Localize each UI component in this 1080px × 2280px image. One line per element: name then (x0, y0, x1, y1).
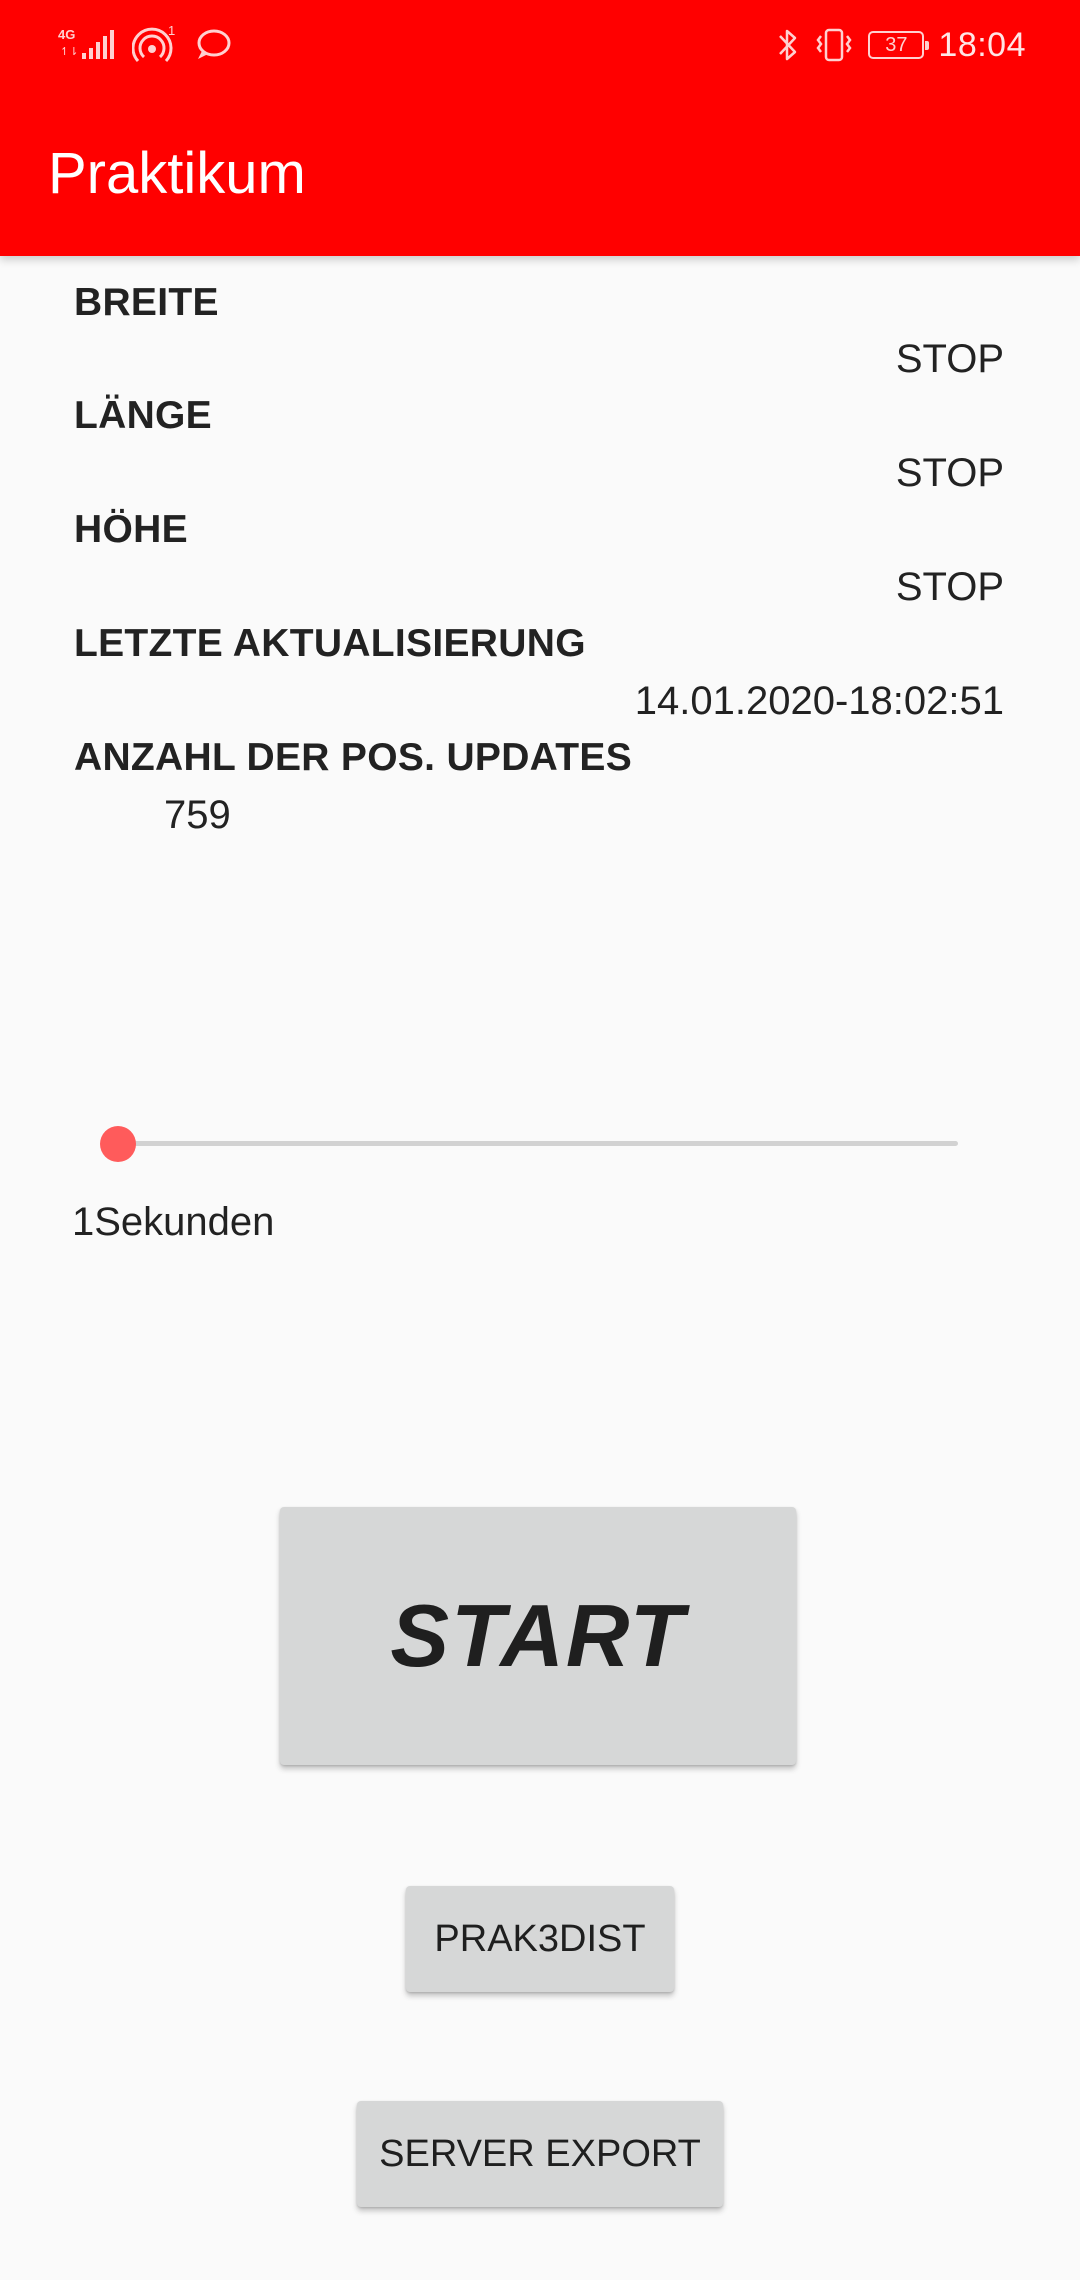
laenge-label: LÄNGE (74, 394, 212, 437)
interval-label: 1Sekunden (72, 1200, 275, 1244)
bluetooth-icon (776, 26, 800, 64)
battery-level: 37 (885, 33, 908, 56)
vibrate-icon (814, 26, 854, 64)
status-left-icons: 4G ↿⇂ 1 (58, 18, 232, 72)
battery-icon: 37 (868, 31, 930, 59)
breite-label: BREITE (74, 281, 219, 324)
update-count-label: ANZAHL DER POS. UPDATES (74, 736, 633, 779)
breite-value: STOP (895, 337, 1004, 381)
slider-thumb[interactable] (100, 1126, 136, 1162)
start-button[interactable]: START (280, 1507, 796, 1765)
signal-icon: 4G ↿⇂ (58, 25, 118, 65)
hoehe-label: HÖHE (74, 508, 188, 551)
last-update-value: 14.01.2020-18:02:51 (634, 679, 1004, 723)
laenge-value: STOP (895, 451, 1004, 495)
hotspot-icon: 1 (132, 23, 180, 67)
chat-bubble-icon (194, 27, 232, 63)
hoehe-value: STOP (895, 565, 1004, 609)
app-title: Praktikum (48, 141, 306, 206)
network-type-label: 4G (58, 27, 75, 42)
slider-track (118, 1141, 958, 1146)
hotspot-count: 1 (168, 23, 175, 38)
svg-text:↿⇂: ↿⇂ (60, 46, 78, 58)
status-bar: 4G ↿⇂ 1 37 18:04 (0, 0, 1080, 90)
last-update-label: LETZTE AKTUALISIERUNG (74, 622, 586, 665)
app-bar: 4G ↿⇂ 1 37 18:04 Praktikum (0, 0, 1080, 256)
prak3dist-button[interactable]: PRAK3DIST (406, 1886, 674, 1992)
status-right-icons: 37 18:04 (776, 18, 1026, 72)
server-export-button[interactable]: SERVER EXPORT (357, 2101, 723, 2207)
clock: 18:04 (938, 25, 1026, 64)
interval-slider[interactable] (100, 1122, 960, 1166)
update-count-value: 759 (164, 793, 231, 837)
